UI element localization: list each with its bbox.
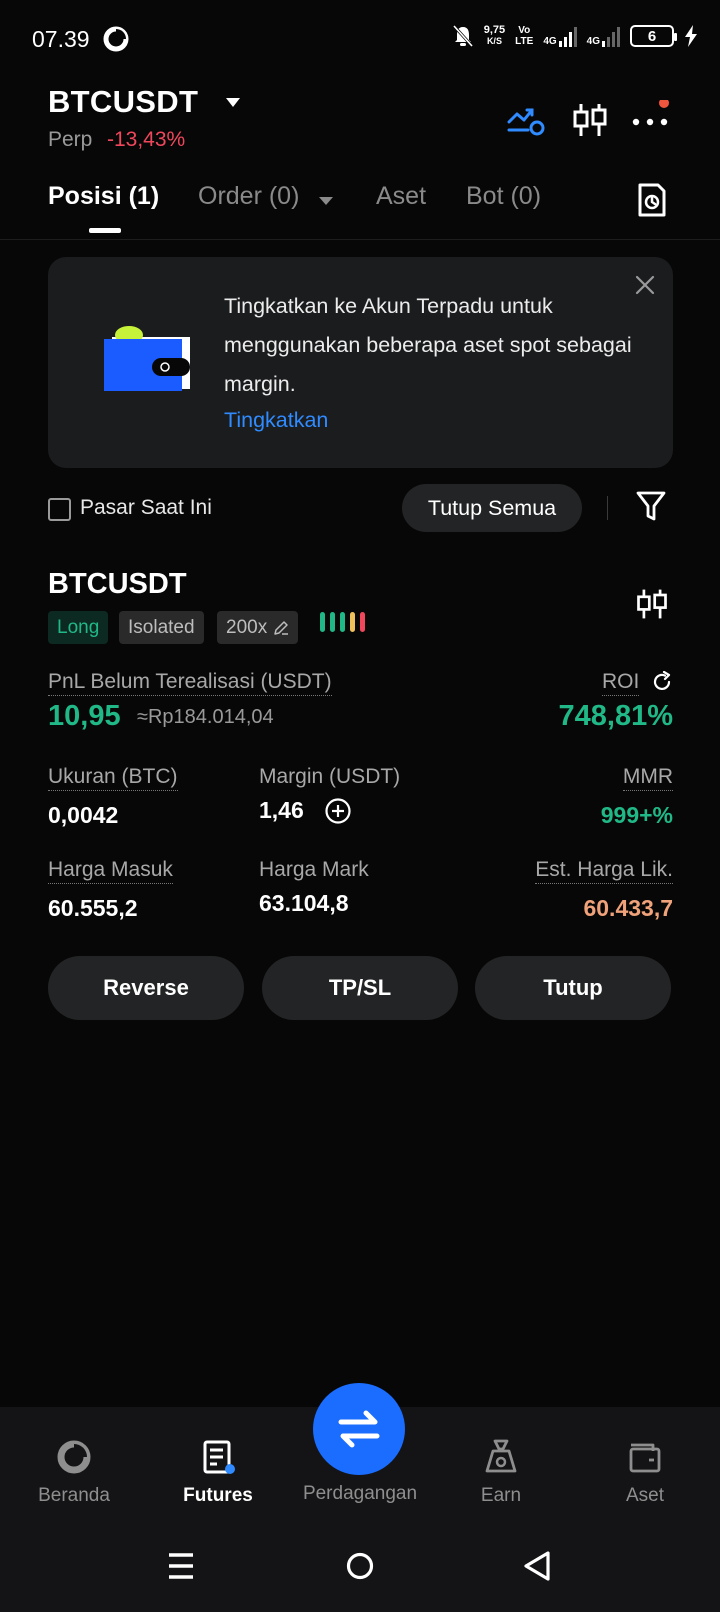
pnl-value: 10,95 — [48, 700, 121, 732]
status-time: 07.39 — [32, 26, 90, 52]
status-indicators: 9,75 K/S Vo LTE 4G 4G 6 — [452, 24, 698, 48]
liq-price-label[interactable]: Est. Harga Lik. — [535, 858, 673, 884]
network-speed: 9,75 K/S — [483, 24, 506, 47]
more-icon[interactable] — [630, 100, 670, 140]
edit-icon — [274, 620, 289, 635]
trade-signal-icon[interactable] — [506, 100, 546, 140]
mark-price-label: Harga Mark — [259, 858, 369, 881]
wallet-illustration-icon — [104, 326, 190, 391]
reverse-button[interactable]: Reverse — [48, 956, 244, 1020]
size-label[interactable]: Ukuran (BTC) — [48, 765, 178, 791]
battery-indicator: 6 — [630, 25, 677, 47]
margin-value: 1,46 — [259, 797, 304, 823]
side-badge: Long — [48, 611, 109, 644]
tab-assets[interactable]: Aset — [376, 182, 426, 211]
filter-divider — [607, 496, 608, 520]
roi-label[interactable]: ROI — [602, 670, 640, 696]
tab-bots[interactable]: Bot (0) — [466, 182, 541, 211]
futures-icon — [203, 1440, 235, 1474]
liq-price-value: 60.433,7 — [583, 895, 673, 921]
volte-indicator: Vo LTE — [515, 25, 534, 47]
tabs-divider — [0, 239, 720, 240]
sim1-signal: 4G — [543, 25, 577, 47]
trade-button[interactable] — [313, 1383, 405, 1475]
tab-positions[interactable]: Posisi (1) — [48, 182, 159, 211]
pair-dropdown-icon[interactable] — [226, 98, 240, 107]
candlestick-icon[interactable] — [570, 100, 610, 140]
refresh-icon[interactable] — [651, 671, 673, 693]
sim2-signal: 4G — [587, 25, 620, 47]
nav-home[interactable]: Beranda — [9, 1437, 139, 1507]
home-button-icon[interactable] — [340, 1546, 380, 1586]
banner-message: Tingkatkan ke Akun Terpadu untuk menggun… — [224, 294, 632, 396]
close-all-button[interactable]: Tutup Semua — [402, 484, 582, 532]
tpsl-button[interactable]: TP/SL — [262, 956, 458, 1020]
history-icon[interactable] — [636, 183, 668, 217]
nav-futures[interactable]: Futures — [153, 1437, 283, 1507]
orders-dropdown-icon[interactable] — [319, 197, 333, 205]
add-margin-icon[interactable] — [324, 797, 352, 825]
close-position-button[interactable]: Tutup — [475, 956, 671, 1020]
entry-price-value: 60.555,2 — [48, 895, 138, 921]
mmr-label[interactable]: MMR — [622, 765, 673, 791]
filter-icon[interactable] — [636, 490, 666, 522]
upgrade-link[interactable]: Tingkatkan — [224, 408, 328, 433]
earn-icon — [485, 1439, 517, 1473]
margin-mode-badge: Isolated — [119, 611, 204, 644]
current-market-checkbox[interactable] — [48, 498, 71, 521]
recent-apps-icon[interactable] — [161, 1546, 201, 1586]
position-symbol[interactable]: BTCUSDT — [48, 568, 187, 601]
mmr-value: 999+% — [600, 802, 673, 828]
active-tab-indicator — [89, 228, 121, 233]
leverage-badge[interactable]: 200x — [217, 611, 299, 644]
nav-assets[interactable]: Aset — [580, 1437, 710, 1507]
nav-earn[interactable]: Earn — [436, 1437, 566, 1507]
leverage-value: 200x — [226, 616, 268, 638]
app-brand-icon — [103, 26, 129, 52]
contract-type: Perp — [48, 128, 93, 151]
home-icon — [57, 1440, 91, 1474]
roi-value: 748,81% — [558, 700, 674, 732]
margin-health-bars — [320, 612, 365, 632]
tab-orders[interactable]: Order (0) — [198, 182, 299, 211]
pair-selector[interactable]: BTCUSDT — [48, 84, 198, 120]
mute-notification-icon — [452, 24, 473, 48]
pnl-label[interactable]: PnL Belum Terealisasi (USDT) — [48, 670, 332, 696]
back-icon[interactable] — [518, 1546, 558, 1586]
mark-price-value: 63.104,8 — [259, 890, 349, 916]
nav-trade-label[interactable]: Perdagangan — [285, 1483, 435, 1505]
size-value: 0,0042 — [48, 802, 119, 828]
entry-price-label[interactable]: Harga Masuk — [48, 858, 173, 884]
close-icon[interactable] — [634, 274, 656, 296]
pnl-idr-value: ≈Rp184.014,04 — [137, 706, 274, 728]
swap-icon — [338, 1410, 380, 1448]
price-change: -13,43% — [107, 128, 186, 151]
wallet-icon — [629, 1443, 661, 1473]
current-market-label[interactable]: Pasar Saat Ini — [80, 496, 212, 520]
candlestick-icon[interactable] — [634, 586, 670, 622]
margin-label: Margin (USDT) — [259, 765, 401, 788]
charging-icon — [685, 25, 697, 47]
